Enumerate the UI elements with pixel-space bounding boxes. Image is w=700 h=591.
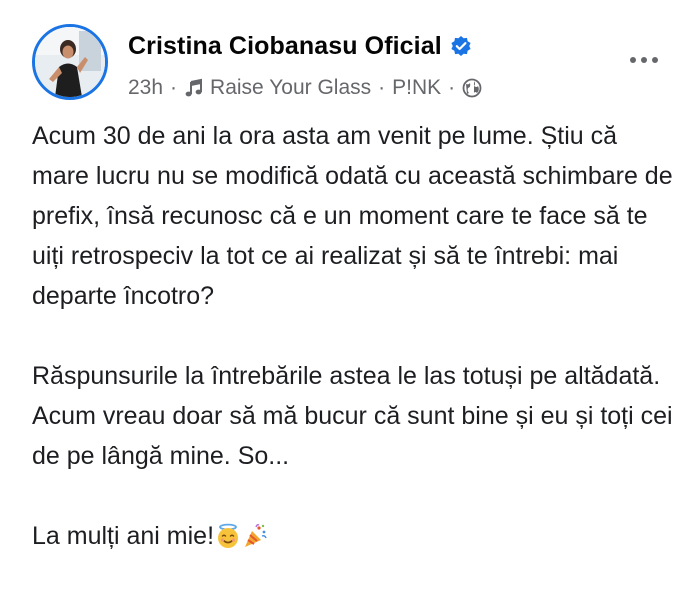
facebook-post: Cristina Ciobanasu Oficial 23h · Raise Y… — [0, 0, 700, 591]
post-meta: 23h · Raise Your Glass · P!NK · — [128, 74, 482, 102]
globe-icon[interactable] — [462, 78, 482, 98]
author-name[interactable]: Cristina Ciobanasu Oficial — [128, 32, 442, 61]
avatar[interactable] — [32, 24, 108, 100]
closing-text: La mulți ani mie! — [32, 522, 215, 550]
post-paragraph: Acum 30 de ani la ora asta am venit pe l… — [32, 122, 673, 310]
song-artist[interactable]: P!NK — [392, 76, 441, 100]
music-note-icon — [184, 78, 204, 98]
more-options-dot — [652, 57, 658, 63]
party-popper-emoji — [242, 521, 268, 547]
profile-photo — [35, 27, 105, 97]
author-row: Cristina Ciobanasu Oficial — [128, 30, 472, 62]
song-title[interactable]: Raise Your Glass — [210, 76, 371, 100]
post-text: Acum 30 de ani la ora asta am venit pe l… — [32, 116, 680, 556]
separator: · — [170, 76, 178, 99]
separator: · — [448, 76, 456, 99]
more-options-button[interactable] — [622, 42, 666, 78]
verified-badge-icon — [450, 35, 472, 57]
timestamp[interactable]: 23h — [128, 76, 163, 100]
post-closing-line: La mulți ani mie! — [32, 516, 680, 556]
separator: · — [378, 76, 386, 99]
more-options-icon — [630, 57, 636, 63]
more-options-dot — [641, 57, 647, 63]
post-paragraph: Răspunsurile la întrebările astea le las… — [32, 362, 673, 470]
smiling-face-with-halo-emoji — [215, 521, 241, 548]
